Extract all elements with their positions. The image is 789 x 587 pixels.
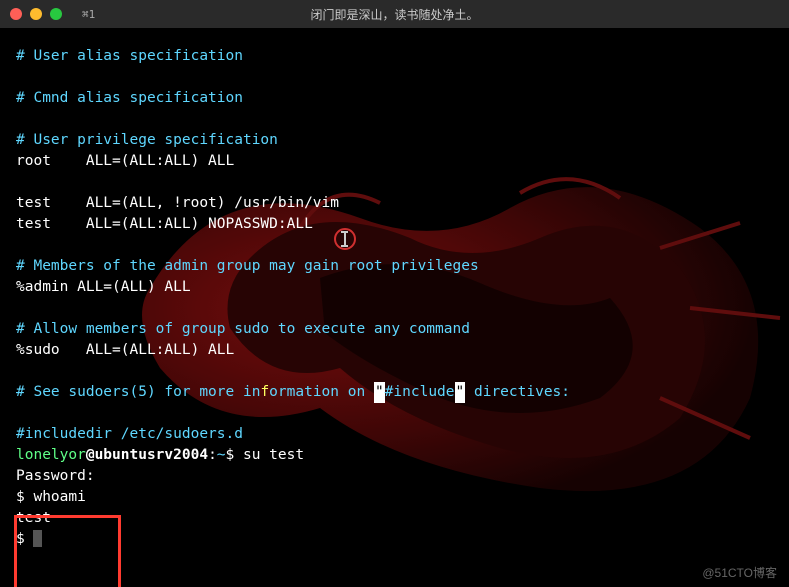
command-su: su test [234,447,304,463]
sudoers-includedir: #includedir /etc/sudoers.d [16,426,243,442]
shell-prompt-line: lonelyor@ubuntusrv2004:~$ su test [16,445,773,466]
sudoers-rule-test1: test ALL=(ALL, !root) /usr/bin/vim [16,195,339,211]
window-title: 闭门即是深山，读书随处净土。 [310,6,478,23]
shell-prompt[interactable]: $ [16,531,33,547]
output-test: test [16,510,51,526]
window-controls [10,8,62,20]
maximize-icon[interactable] [50,8,62,20]
command-whoami: $ whoami [16,489,86,505]
minimize-icon[interactable] [30,8,42,20]
sudoers-rule-root: root ALL=(ALL:ALL) ALL [16,153,234,169]
prompt-path: ~ [217,447,226,463]
sudoers-comment: # User privilege specification [16,132,278,148]
sudoers-rule-test2: test ALL=(ALL:ALL) NOPASSWD:ALL [16,216,313,232]
highlight-quote: " [374,382,385,403]
terminal-body[interactable]: # User alias specification # Cmnd alias … [0,28,789,587]
watermark: @51CTO博客 [702,564,777,581]
titlebar: ⌘1 闭门即是深山，读书随处净土。 [0,0,789,28]
sudoers-see-line: # See sudoers(5) for more information on… [16,382,773,403]
prompt-host: @ubuntusrv2004 [86,447,208,463]
cursor-icon [33,530,42,547]
sudoers-comment: # User alias specification [16,48,243,64]
sudoers-comment: # Cmnd alias specification [16,90,243,106]
password-prompt: Password: [16,468,95,484]
tab-label[interactable]: ⌘1 [82,8,95,21]
sudoers-comment: # Allow members of group sudo to execute… [16,321,470,337]
terminal-window: ⌘1 闭门即是深山，读书随处净土。 # User alias specifica… [0,0,789,587]
sudoers-rule-sudo: %sudo ALL=(ALL:ALL) ALL [16,342,234,358]
highlight-quote: " [455,382,466,403]
prompt-user: lonelyor [16,447,86,463]
sudoers-rule-admin: %admin ALL=(ALL) ALL [16,279,191,295]
close-icon[interactable] [10,8,22,20]
sudoers-comment: # Members of the admin group may gain ro… [16,258,479,274]
